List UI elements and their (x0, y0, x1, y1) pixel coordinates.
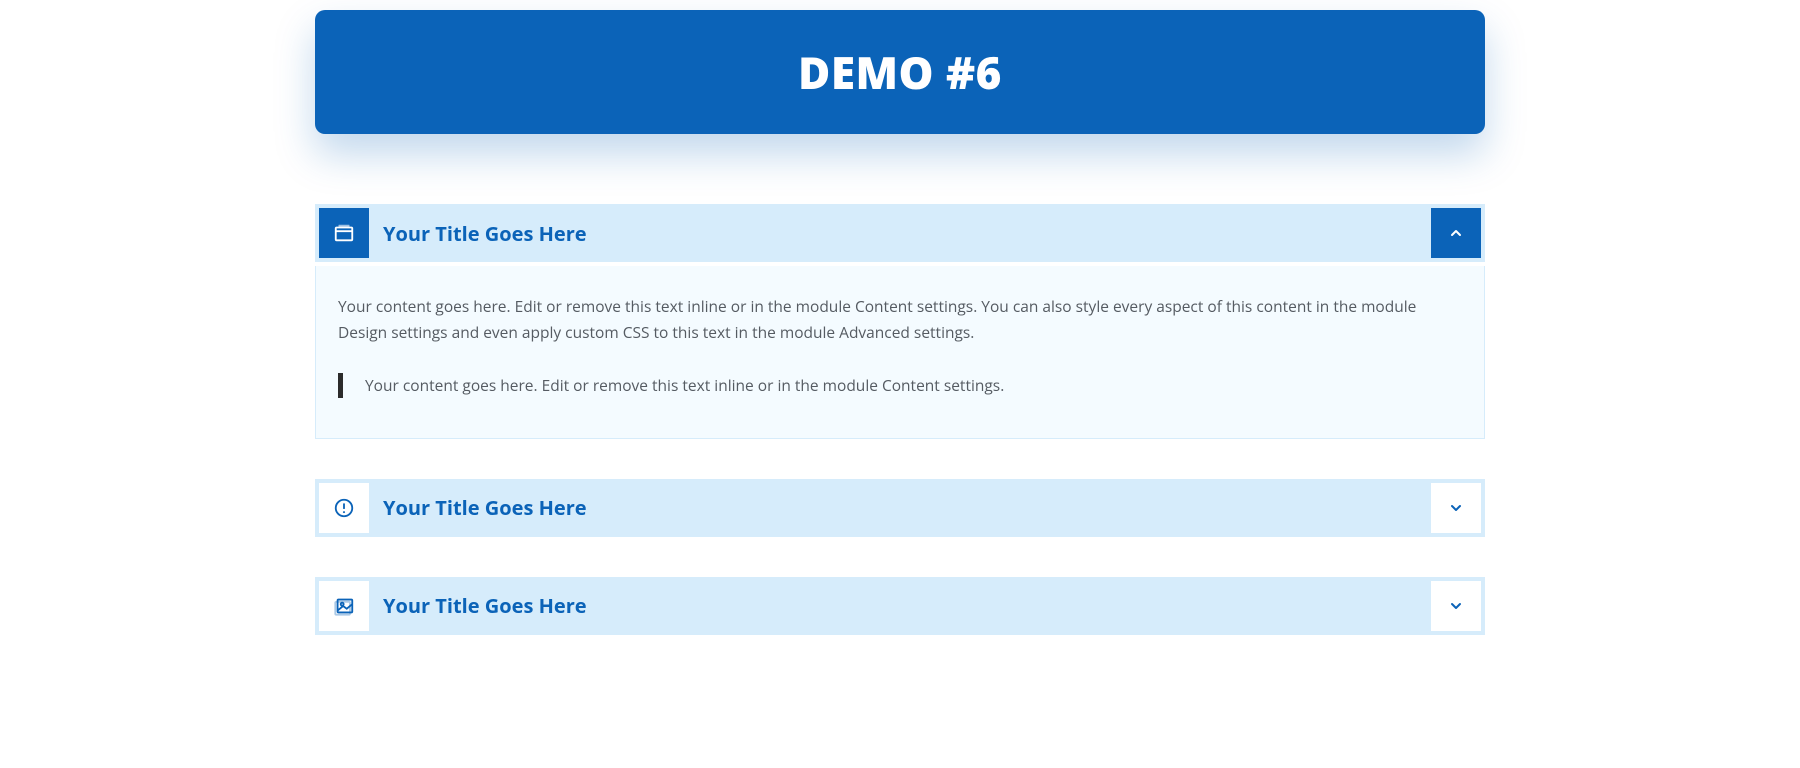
window-icon (319, 208, 369, 258)
accordion-item: Your Title Goes Here Your content goes h… (315, 204, 1485, 439)
accordion-item: Your Title Goes Here (315, 479, 1485, 537)
accordion-quote: Your content goes here. Edit or remove t… (338, 373, 1462, 398)
accordion-title: Your Title Goes Here (383, 494, 587, 521)
accordion-header[interactable]: Your Title Goes Here (315, 577, 1485, 635)
chevron-up-icon[interactable] (1431, 208, 1481, 258)
accordion-title-area: Your Title Goes Here (373, 208, 1427, 258)
chevron-down-icon[interactable] (1431, 581, 1481, 631)
demo-banner: DEMO #6 (315, 10, 1485, 134)
alert-icon (319, 483, 369, 533)
accordion-title-area: Your Title Goes Here (373, 581, 1427, 631)
accordion-title: Your Title Goes Here (383, 220, 587, 247)
accordion-body-text: Your content goes here. Edit or remove t… (338, 294, 1462, 345)
accordion-header[interactable]: Your Title Goes Here (315, 479, 1485, 537)
accordion-title-area: Your Title Goes Here (373, 483, 1427, 533)
accordion-header[interactable]: Your Title Goes Here (315, 204, 1485, 262)
chevron-down-icon[interactable] (1431, 483, 1481, 533)
accordion-title: Your Title Goes Here (383, 592, 587, 619)
accordion-item: Your Title Goes Here (315, 577, 1485, 635)
image-icon (319, 581, 369, 631)
accordion-body: Your content goes here. Edit or remove t… (315, 266, 1485, 439)
accordion-quote-text: Your content goes here. Edit or remove t… (365, 373, 1462, 398)
banner-title: DEMO #6 (335, 42, 1465, 102)
